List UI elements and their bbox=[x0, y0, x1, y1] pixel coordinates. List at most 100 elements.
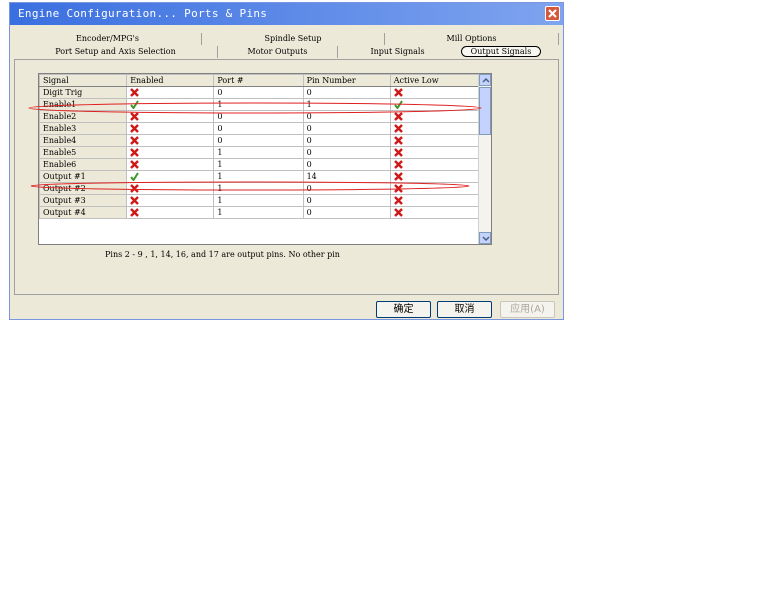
port-cell[interactable]: 0 bbox=[213, 122, 304, 135]
signal-cell[interactable]: Enable6 bbox=[39, 158, 128, 171]
port-cell[interactable]: 1 bbox=[213, 98, 304, 111]
table-row[interactable]: Digit Trig 0 0 bbox=[39, 86, 480, 99]
enabled-cell[interactable] bbox=[126, 170, 215, 183]
tab-port-setup[interactable]: Port Setup and Axis Selection bbox=[14, 46, 217, 58]
signal-cell[interactable]: Enable1 bbox=[39, 98, 128, 111]
port-cell[interactable]: 0 bbox=[213, 134, 304, 147]
pin-cell[interactable]: 0 bbox=[302, 122, 391, 135]
port-cell[interactable]: 1 bbox=[213, 194, 304, 207]
enabled-cell[interactable] bbox=[126, 122, 215, 135]
signals-table-body: Digit Trig 0 0 Enable1 1 1 Enable2 0 0 Enable3 0 0 E… bbox=[39, 86, 480, 219]
check-icon bbox=[130, 100, 140, 110]
active-low-cell[interactable] bbox=[389, 158, 480, 171]
check-icon bbox=[394, 100, 403, 110]
active-low-cell[interactable] bbox=[389, 134, 480, 147]
signal-cell[interactable]: Output #4 bbox=[39, 206, 128, 219]
enabled-cell[interactable] bbox=[126, 146, 215, 159]
table-row[interactable]: Output #4 1 0 bbox=[39, 206, 480, 219]
col-header-active-low[interactable]: Active Low bbox=[389, 74, 480, 87]
signal-cell[interactable]: Output #1 bbox=[39, 170, 128, 183]
signal-cell[interactable]: Output #2 bbox=[39, 182, 128, 195]
active-low-cell[interactable] bbox=[389, 98, 480, 111]
table-row[interactable]: Enable5 1 0 bbox=[39, 146, 480, 159]
tab-input-signals[interactable]: Input Signals bbox=[337, 46, 457, 58]
port-cell[interactable]: 1 bbox=[213, 158, 304, 171]
col-header-port[interactable]: Port # bbox=[213, 74, 304, 87]
table-row[interactable]: Enable4 0 0 bbox=[39, 134, 480, 147]
table-row[interactable]: Enable6 1 0 bbox=[39, 158, 480, 171]
active-low-cell[interactable] bbox=[389, 206, 480, 219]
apply-button[interactable]: 应用(A) bbox=[500, 301, 555, 318]
port-cell[interactable]: 1 bbox=[213, 146, 304, 159]
active-low-cell[interactable] bbox=[389, 182, 480, 195]
enabled-cell[interactable] bbox=[126, 134, 215, 147]
active-low-cell[interactable] bbox=[389, 194, 480, 207]
col-header-pin[interactable]: Pin Number bbox=[302, 74, 391, 87]
signal-cell[interactable]: Output #3 bbox=[39, 194, 128, 207]
active-low-cell[interactable] bbox=[389, 146, 480, 159]
table-row[interactable]: Output #1 1 14 bbox=[39, 170, 480, 183]
active-low-cell[interactable] bbox=[389, 122, 480, 135]
pin-cell[interactable]: 0 bbox=[302, 206, 391, 219]
active-low-cell[interactable] bbox=[389, 110, 480, 123]
pin-cell[interactable]: 0 bbox=[302, 86, 391, 99]
tab-motor-outputs[interactable]: Motor Outputs bbox=[217, 46, 337, 58]
table-row[interactable]: Enable2 0 0 bbox=[39, 110, 480, 123]
enabled-cell[interactable] bbox=[126, 194, 215, 207]
enabled-cell[interactable] bbox=[126, 206, 215, 219]
x-icon bbox=[393, 184, 403, 194]
x-icon bbox=[393, 148, 403, 158]
pin-cell[interactable]: 0 bbox=[302, 110, 391, 123]
table-row[interactable]: Enable3 0 0 bbox=[39, 122, 480, 135]
close-icon bbox=[548, 9, 557, 18]
enabled-cell[interactable] bbox=[126, 182, 215, 195]
col-header-enabled[interactable]: Enabled bbox=[126, 74, 215, 87]
chevron-up-icon bbox=[482, 78, 490, 83]
x-icon bbox=[393, 208, 403, 218]
port-cell[interactable]: 0 bbox=[213, 86, 304, 99]
pin-cell[interactable]: 0 bbox=[302, 134, 391, 147]
scroll-up-button[interactable] bbox=[479, 74, 491, 86]
enabled-cell[interactable] bbox=[126, 86, 215, 99]
tab-encoder-mpg[interactable]: Encoder/MPG's bbox=[14, 33, 201, 45]
tab-spindle-setup[interactable]: Spindle Setup bbox=[201, 33, 384, 45]
enabled-cell[interactable] bbox=[126, 110, 215, 123]
pin-cell[interactable]: 0 bbox=[302, 158, 391, 171]
pin-cell[interactable]: 14 bbox=[302, 170, 391, 183]
tab-mill-options[interactable]: Mill Options bbox=[384, 33, 559, 45]
pin-cell[interactable]: 0 bbox=[302, 182, 391, 195]
table-row[interactable]: Output #3 1 0 bbox=[39, 194, 480, 207]
scroll-down-button[interactable] bbox=[479, 232, 491, 244]
pin-cell[interactable]: 1 bbox=[302, 98, 391, 111]
table-row[interactable]: Enable1 1 1 bbox=[39, 98, 480, 111]
signal-cell[interactable]: Enable3 bbox=[39, 122, 128, 135]
scroll-thumb[interactable] bbox=[479, 87, 491, 135]
ok-button[interactable]: 确定 bbox=[376, 301, 431, 318]
pin-cell[interactable]: 0 bbox=[302, 194, 391, 207]
active-low-cell[interactable] bbox=[389, 86, 480, 99]
tab-output-signals[interactable]: Output Signals bbox=[461, 46, 541, 57]
signal-cell[interactable]: Enable2 bbox=[39, 110, 128, 123]
port-cell[interactable]: 0 bbox=[213, 110, 304, 123]
chevron-down-icon bbox=[482, 236, 490, 241]
signal-cell[interactable]: Enable5 bbox=[39, 146, 128, 159]
signal-cell[interactable]: Digit Trig bbox=[39, 86, 128, 99]
port-cell[interactable]: 1 bbox=[213, 206, 304, 219]
enabled-cell[interactable] bbox=[126, 158, 215, 171]
x-icon bbox=[130, 136, 140, 146]
x-icon bbox=[130, 184, 140, 194]
vertical-scrollbar[interactable] bbox=[478, 74, 491, 244]
pin-cell[interactable]: 0 bbox=[302, 146, 391, 159]
x-icon bbox=[393, 136, 403, 146]
port-cell[interactable]: 1 bbox=[213, 170, 304, 183]
tab-row-bottom: Port Setup and Axis Selection Motor Outp… bbox=[14, 46, 559, 59]
signal-cell[interactable]: Enable4 bbox=[39, 134, 128, 147]
table-row[interactable]: Output #2 1 0 bbox=[39, 182, 480, 195]
active-low-cell[interactable] bbox=[389, 170, 480, 183]
col-header-signal[interactable]: Signal bbox=[39, 74, 128, 87]
enabled-cell[interactable] bbox=[126, 98, 215, 111]
close-button[interactable] bbox=[545, 6, 560, 21]
port-cell[interactable]: 1 bbox=[213, 182, 304, 195]
x-icon bbox=[130, 208, 140, 218]
cancel-button[interactable]: 取消 bbox=[437, 301, 492, 318]
